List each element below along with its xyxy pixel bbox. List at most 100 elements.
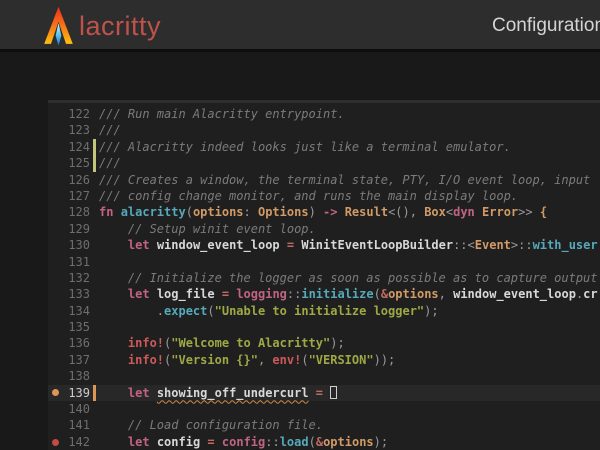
code-token: options bbox=[388, 287, 439, 301]
gutter-git-cell bbox=[90, 188, 99, 204]
code-token bbox=[99, 353, 128, 367]
gutter-diagnostic-cell bbox=[48, 122, 62, 138]
code-token: Error bbox=[482, 205, 518, 219]
code-token: ); bbox=[330, 336, 344, 350]
code-token bbox=[323, 386, 330, 400]
code-token: = bbox=[222, 287, 229, 301]
code-text: let log_file = logging::initialize(&opti… bbox=[99, 286, 600, 302]
code-line: 130 let window_event_loop = WinitEventLo… bbox=[48, 237, 600, 253]
gutter-diagnostic-cell bbox=[48, 401, 62, 417]
code-token: /// bbox=[99, 156, 121, 170]
code-token: ( bbox=[374, 287, 381, 301]
code-token bbox=[280, 238, 287, 252]
code-token: let bbox=[128, 238, 150, 252]
code-token: WinitEventLoopBuilder bbox=[301, 238, 453, 252]
code-line: 123/// bbox=[48, 122, 600, 138]
gutter-git-cell bbox=[90, 434, 99, 450]
code-token: = bbox=[207, 435, 214, 449]
text-cursor bbox=[330, 386, 337, 399]
code-token: Options bbox=[258, 205, 309, 219]
nav-item-configuration[interactable]: Configuration bbox=[492, 0, 600, 52]
line-number: 137 bbox=[62, 352, 90, 368]
code-token bbox=[150, 287, 157, 301]
code-text: /// bbox=[99, 122, 600, 138]
code-text: /// config change monitor, and runs the … bbox=[99, 188, 600, 204]
code-token bbox=[337, 205, 344, 219]
code-token: config bbox=[157, 435, 200, 449]
gutter-diagnostic-cell bbox=[48, 335, 62, 351]
code-token: /// Run main Alacritty entrypoint. bbox=[99, 107, 345, 121]
code-line: 129 // Setup winit event loop. bbox=[48, 221, 600, 237]
line-number: 128 bbox=[62, 204, 90, 220]
code-line: 137 info!("Version {}", env!("VERSION"))… bbox=[48, 352, 600, 368]
code-token bbox=[475, 205, 482, 219]
gutter-diagnostic-cell bbox=[48, 254, 62, 270]
code-token: )); bbox=[374, 353, 396, 367]
code-text: /// Creates a window, the terminal state… bbox=[99, 172, 600, 188]
warning-dot-icon bbox=[52, 389, 59, 396]
gutter-git-cell bbox=[90, 172, 99, 188]
brand-text: lacritty bbox=[79, 6, 161, 46]
code-token: /// bbox=[99, 123, 121, 137]
gutter-diagnostic-cell bbox=[48, 188, 62, 204]
code-text: /// Alacritty indeed looks just like a t… bbox=[99, 139, 600, 155]
code-token: dyn bbox=[453, 205, 475, 219]
code-token: ( bbox=[186, 205, 193, 219]
gutter-git-cell bbox=[90, 254, 99, 270]
gutter-diagnostic-cell bbox=[48, 237, 62, 253]
gutter-git-cell bbox=[90, 155, 99, 171]
gutter-git-cell bbox=[90, 335, 99, 351]
site-header: lacritty Configuration bbox=[0, 0, 600, 52]
code-text: .expect("Unable to initialize logger"); bbox=[99, 303, 600, 319]
code-token: "VERSION" bbox=[309, 353, 374, 367]
code-line: 132 // Initialize the logger as soon as … bbox=[48, 270, 600, 286]
brand-link[interactable]: lacritty bbox=[40, 6, 161, 46]
line-number: 126 bbox=[62, 172, 90, 188]
line-number: 127 bbox=[62, 188, 90, 204]
line-number: 122 bbox=[62, 106, 90, 122]
code-line: 134 .expect("Unable to initialize logger… bbox=[48, 303, 600, 319]
code-token: : bbox=[244, 205, 258, 219]
gutter-diagnostic-cell bbox=[48, 155, 62, 171]
gutter-diagnostic-cell bbox=[48, 368, 62, 384]
line-number: 140 bbox=[62, 401, 90, 417]
line-number: 131 bbox=[62, 254, 90, 270]
code-token: "Welcome to Alacritty" bbox=[171, 336, 330, 350]
code-text: let window_event_loop = WinitEventLoopBu… bbox=[99, 237, 600, 253]
code-token: ); bbox=[424, 304, 438, 318]
code-token: ); bbox=[374, 435, 388, 449]
gutter-git-cell bbox=[90, 417, 99, 433]
code-text: // Setup winit event loop. bbox=[99, 221, 600, 237]
code-token: config bbox=[222, 435, 265, 449]
code-token: // Setup winit event loop. bbox=[99, 222, 316, 236]
code-editor-window: 122 /// Run main Alacritty entrypoint.123… bbox=[48, 100, 600, 450]
line-number: 139 bbox=[62, 385, 90, 401]
git-change-bar bbox=[93, 155, 96, 171]
code-token: showing_off_undercurl bbox=[157, 386, 309, 400]
gutter-diagnostic-cell bbox=[48, 385, 62, 401]
code-token: /// Alacritty indeed looks just like a t… bbox=[99, 140, 511, 154]
code-text bbox=[99, 368, 600, 384]
code-line: 122 /// Run main Alacritty entrypoint. bbox=[48, 106, 600, 122]
code-token bbox=[309, 386, 316, 400]
code-line: 141 // Load configuration file. bbox=[48, 417, 600, 433]
code-token: fn bbox=[99, 205, 113, 219]
code-token bbox=[215, 287, 222, 301]
gutter-git-cell bbox=[90, 286, 99, 302]
code-line: 127 /// config change monitor, and runs t… bbox=[48, 188, 600, 204]
line-number: 130 bbox=[62, 237, 90, 253]
line-number: 134 bbox=[62, 303, 90, 319]
code-text: let showing_off_undercurl = bbox=[99, 385, 600, 401]
code-token: info! bbox=[128, 336, 164, 350]
code-token: "Version {}" bbox=[171, 353, 258, 367]
line-number: 141 bbox=[62, 417, 90, 433]
code-line: 133 let log_file = logging::initialize(&… bbox=[48, 286, 600, 302]
code-text: info!("Welcome to Alacritty"); bbox=[99, 335, 600, 351]
code-line: 125/// bbox=[48, 155, 600, 171]
code-token: = bbox=[316, 386, 323, 400]
code-token bbox=[99, 287, 128, 301]
gutter-diagnostic-cell bbox=[48, 270, 62, 286]
code-token: cr bbox=[583, 287, 597, 301]
code-lines: 122 /// Run main Alacritty entrypoint.123… bbox=[48, 106, 600, 450]
code-token: log_file bbox=[157, 287, 215, 301]
